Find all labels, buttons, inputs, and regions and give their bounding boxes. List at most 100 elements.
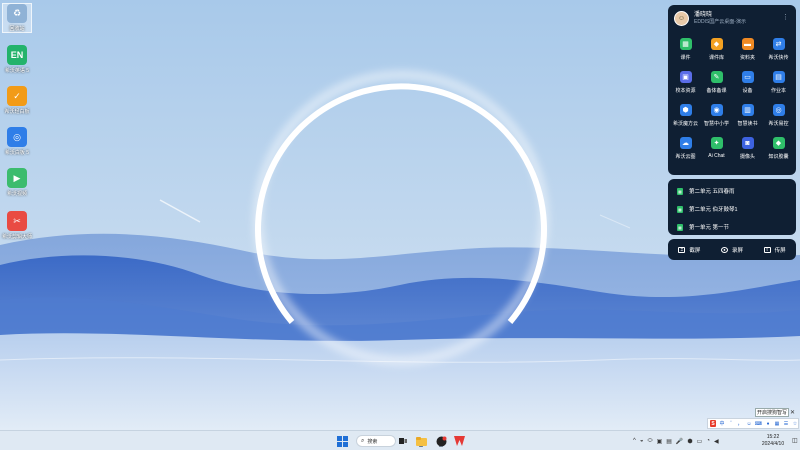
courseware-icon: ▦	[679, 38, 692, 50]
clock-date: 2024/4/10	[761, 441, 785, 447]
folder-icon: ▬	[741, 38, 754, 50]
desktop-icon-whiteboard[interactable]: ◎ 希沃白板 5	[2, 127, 32, 156]
tray-board-icon[interactable]: ▤	[666, 438, 672, 445]
app-courseware-library[interactable]: ◆ 课件库	[701, 34, 732, 67]
user-info: 潘晓晓 EDDIS国产云桌面-演示	[694, 11, 746, 26]
microphone-icon[interactable]: 🎤	[676, 438, 683, 445]
tray-app-icon[interactable]: ⬭	[647, 438, 652, 445]
user-profile[interactable]: ☺ 潘晓晓 EDDIS国产云桌面-演示 ⋮	[668, 5, 796, 31]
app-smart-school[interactable]: ◉ 智慧中小学	[701, 100, 732, 133]
ime-toolbox-icon[interactable]: ▦	[774, 420, 780, 427]
recent-file-item[interactable]: ▦ 第二单元 五四春雨	[668, 183, 796, 199]
homework-icon: ▤	[772, 71, 785, 83]
search-label: 搜索	[367, 438, 378, 445]
recent-file-item[interactable]: ▦ 第二单元 伯牙鼓琴1	[668, 201, 796, 217]
ai-chat-icon: ✦	[710, 137, 723, 149]
app-cube-cloud[interactable]: ⬢ 希沃魔方云	[670, 100, 701, 133]
app-school-resources[interactable]: ▣ 校本资源	[670, 67, 701, 100]
notification-icon[interactable]: ◫	[792, 437, 798, 444]
app-knowledge-capsule[interactable]: ◆ 知识胶囊	[763, 133, 794, 166]
desktop-icon-recycle-bin[interactable]: ♻ 回收站	[2, 3, 32, 33]
ime-mode-button[interactable]: 中	[719, 420, 725, 427]
file-icon: ▦	[677, 205, 683, 213]
app-label: 希沃云图	[675, 154, 696, 160]
desktop-icon-light-board[interactable]: ✓ 希沃轻白板	[2, 86, 32, 115]
cast-label: 传屏	[774, 247, 786, 254]
app-quick-transfer[interactable]: ⇄ 希沃快传	[763, 34, 794, 67]
cast-button[interactable]: ⇪ 传屏	[763, 246, 786, 254]
tray-security-icon[interactable]: ⬢	[687, 438, 692, 445]
app-cloud-map[interactable]: ☁ 希沃云图	[670, 133, 701, 166]
whiteboard-icon: ◎	[7, 127, 27, 147]
capsule-icon: ◆	[772, 137, 785, 149]
sogou-logo-icon[interactable]: S	[710, 420, 716, 427]
ime-tooltip[interactable]: 开启搜狗智写	[755, 408, 789, 417]
desktop-icon-label: 希沃白板 5	[4, 150, 30, 156]
eye-icon: ◎	[772, 104, 785, 116]
recycle-bin-icon: ♻	[7, 4, 27, 23]
smart-school-icon: ◉	[710, 104, 723, 116]
app-icon	[436, 436, 446, 446]
wps-icon	[453, 436, 465, 446]
record-label: 录屏	[731, 247, 743, 254]
app-smart-reading[interactable]: ▥ 智慧读书	[732, 100, 763, 133]
taskbar-app[interactable]	[435, 434, 447, 448]
app-homework[interactable]: ▤ 作业本	[763, 67, 794, 100]
search-icon: ⌕	[361, 437, 365, 444]
system-tray: ^ ◒ ⬭ ▣ ▤ 🎤 ⬢ ▭ ◔ ◀	[633, 431, 719, 450]
app-ai-chat[interactable]: ✦ Ai Chat	[701, 133, 732, 166]
taskbar-search[interactable]: ⌕ 搜索	[356, 435, 396, 447]
close-icon[interactable]: ✕	[790, 409, 795, 416]
file-name: 第二单元 伯牙鼓琴1	[689, 207, 738, 213]
screenshot-button[interactable]: ⌗ 截屏	[678, 246, 700, 254]
app-label: 课件库	[708, 55, 724, 61]
desktop-icon-video[interactable]: ▶ 希沃视频	[2, 168, 32, 197]
app-courseware[interactable]: ▦ 课件	[670, 34, 701, 67]
video-app-icon: ▶	[7, 168, 27, 188]
app-label: 智慧中小学	[703, 121, 729, 127]
app-label: 校本资源	[675, 88, 696, 94]
app-camera[interactable]: ◙ 摄像头	[732, 133, 763, 166]
ime-star-icon[interactable]: ☆	[792, 420, 798, 427]
tray-screen-icon[interactable]: ▣	[657, 438, 663, 445]
ime-tone-icon[interactable]: ˇ	[728, 420, 734, 427]
tray-display-icon[interactable]: ▭	[697, 438, 703, 445]
running-indicator	[419, 446, 423, 447]
video-editor-icon: ✂	[7, 211, 27, 231]
task-view-button[interactable]	[398, 434, 407, 448]
taskbar-clock[interactable]: 15:22 2024/4/10	[755, 434, 791, 448]
cast-icon: ⇪	[763, 246, 771, 253]
record-button[interactable]: ● 录屏	[720, 246, 743, 254]
desktop-icon-editor[interactable]: ✂ 希沃剪辑大师	[2, 211, 32, 240]
desktop-icon-english[interactable]: EN 希沃英语 5	[2, 45, 32, 74]
more-vertical-icon[interactable]: ⋮	[782, 13, 789, 21]
ime-keyboard-icon[interactable]: ⌨	[755, 420, 762, 427]
tray-overflow-icon[interactable]: ^	[633, 438, 636, 444]
taskbar-file-explorer[interactable]	[415, 434, 427, 448]
app-label: 作业本	[770, 88, 786, 94]
screenshot-icon: ⌗	[678, 246, 686, 253]
ime-punctuation-icon[interactable]: ，	[737, 420, 743, 427]
app-label: 希沃魔方云	[672, 121, 698, 127]
app-devices[interactable]: ▭ 设备	[732, 67, 763, 100]
start-button[interactable]	[336, 434, 349, 448]
device-icon: ▭	[741, 71, 754, 83]
record-icon: ●	[720, 246, 728, 253]
app-folder[interactable]: ▬ 资料夹	[732, 34, 763, 67]
avatar: ☺	[674, 10, 689, 26]
tray-cloud-icon[interactable]: ◒	[640, 438, 644, 444]
taskbar-wps[interactable]	[453, 434, 465, 448]
light-board-icon: ✓	[7, 86, 27, 106]
camera-icon: ◙	[741, 137, 754, 149]
app-remote-control[interactable]: ◎ 希沃易控	[763, 100, 794, 133]
ime-emoji-icon[interactable]: ☺	[746, 420, 752, 427]
lesson-prep-icon: ✎	[710, 71, 723, 83]
volume-icon[interactable]: ◀	[714, 438, 719, 445]
app-lesson-prep[interactable]: ✎ 备体备课	[701, 67, 732, 100]
clock-time: 15:22	[766, 434, 780, 440]
wifi-icon[interactable]: ◔	[706, 438, 710, 444]
user-subtitle: EDDIS国产云桌面-演示	[694, 18, 746, 25]
ime-skin-icon[interactable]: ♦	[765, 420, 771, 427]
ime-menu-icon[interactable]: ☰	[783, 420, 789, 427]
recent-file-item[interactable]: ▦ 第一单元 第一节	[668, 219, 796, 235]
